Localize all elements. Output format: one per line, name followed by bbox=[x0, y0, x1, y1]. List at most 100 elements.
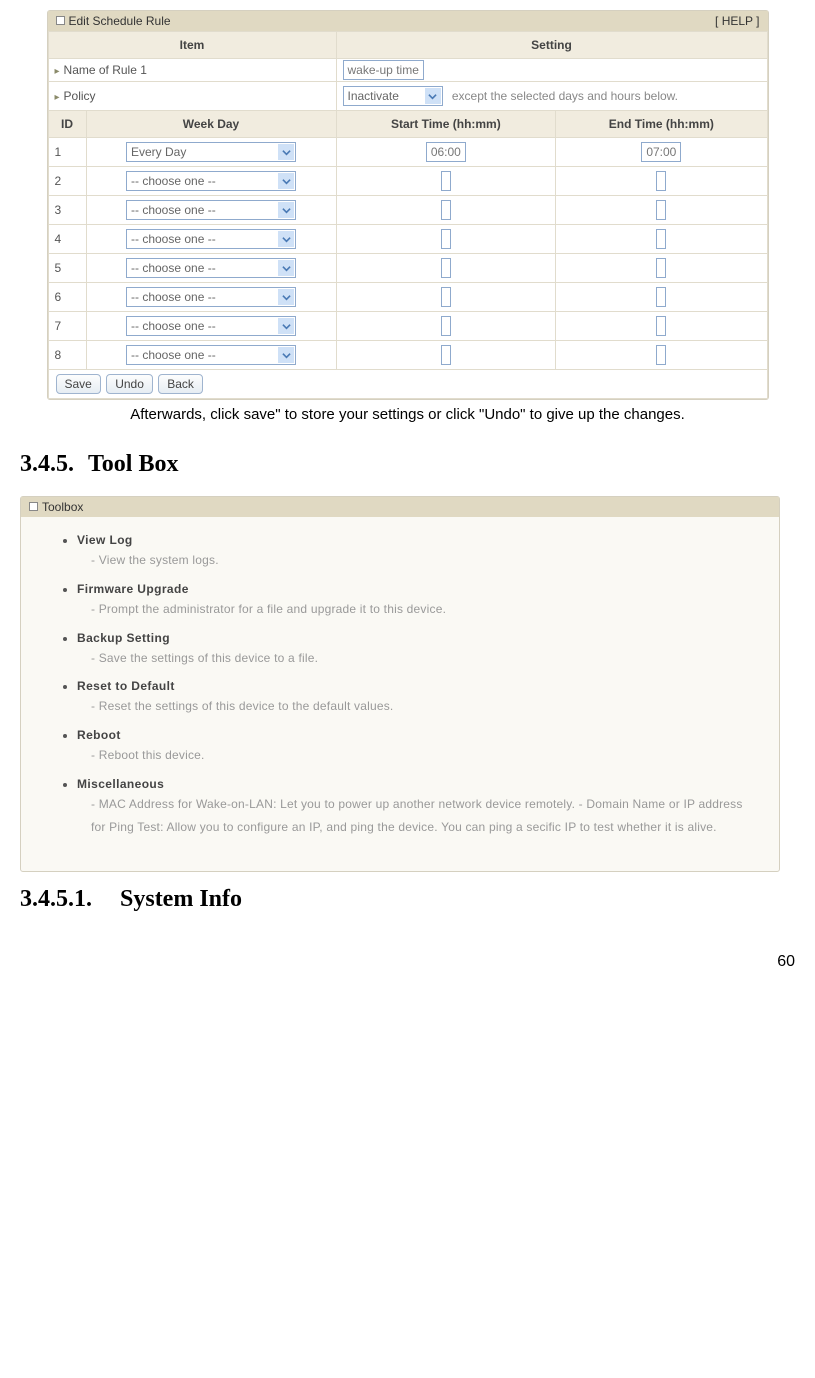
toolbox-item-desc: - MAC Address for Wake-on-LAN: Let you t… bbox=[77, 791, 749, 839]
end-cell bbox=[556, 225, 767, 254]
weekday-select[interactable]: -- choose one -- bbox=[126, 171, 296, 191]
id-cell: 5 bbox=[48, 254, 86, 283]
start-cell bbox=[336, 196, 556, 225]
undo-button[interactable]: Undo bbox=[106, 374, 153, 394]
toolbox-item-desc: - View the system logs. bbox=[77, 547, 749, 572]
chevron-down-icon bbox=[425, 88, 441, 104]
weekday-cell: Every Day bbox=[86, 138, 336, 167]
settings-table: Item Setting ▸Name of Rule 1 wake-up tim… bbox=[48, 31, 768, 399]
page-number: 60 bbox=[20, 953, 795, 971]
weekday-cell: -- choose one -- bbox=[86, 225, 336, 254]
back-button[interactable]: Back bbox=[158, 374, 203, 394]
chevron-down-icon bbox=[278, 260, 294, 276]
th-setting: Setting bbox=[336, 32, 767, 59]
table-row: 5 -- choose one -- bbox=[48, 254, 767, 283]
start-cell bbox=[336, 167, 556, 196]
toolbox-item-title[interactable]: Reboot bbox=[77, 728, 121, 742]
weekday-cell: -- choose one -- bbox=[86, 254, 336, 283]
table-row: 3 -- choose one -- bbox=[48, 196, 767, 225]
chevron-down-icon bbox=[278, 318, 294, 334]
list-item: View Log- View the system logs. bbox=[77, 533, 749, 572]
id-cell: 3 bbox=[48, 196, 86, 225]
weekday-select[interactable]: -- choose one -- bbox=[126, 316, 296, 336]
save-button[interactable]: Save bbox=[56, 374, 101, 394]
start-time-input[interactable] bbox=[441, 287, 451, 307]
rule-name-input[interactable]: wake-up time bbox=[343, 60, 424, 80]
toolbox-item-desc: - Reset the settings of this device to t… bbox=[77, 693, 749, 718]
start-time-input[interactable] bbox=[441, 345, 451, 365]
weekday-cell: -- choose one -- bbox=[86, 283, 336, 312]
end-cell bbox=[556, 254, 767, 283]
weekday-cell: -- choose one -- bbox=[86, 341, 336, 370]
start-time-input[interactable] bbox=[441, 200, 451, 220]
list-item: Miscellaneous- MAC Address for Wake-on-L… bbox=[77, 777, 749, 839]
toolbox-item-title[interactable]: Firmware Upgrade bbox=[77, 582, 189, 596]
weekday-select[interactable]: -- choose one -- bbox=[126, 287, 296, 307]
start-time-input[interactable] bbox=[441, 258, 451, 278]
list-item: Reset to Default- Reset the settings of … bbox=[77, 679, 749, 718]
end-time-input[interactable]: 07:00 bbox=[641, 142, 681, 162]
start-time-input[interactable]: 06:00 bbox=[426, 142, 466, 162]
th-weekday: Week Day bbox=[86, 111, 336, 138]
chevron-down-icon bbox=[278, 173, 294, 189]
toolbox-item-desc: - Reboot this device. bbox=[77, 742, 749, 767]
bullet-icon: ▸ bbox=[55, 66, 60, 77]
toolbox-item-desc: - Save the settings of this device to a … bbox=[77, 645, 749, 670]
start-time-input[interactable] bbox=[441, 229, 451, 249]
weekday-select[interactable]: -- choose one -- bbox=[126, 200, 296, 220]
id-cell: 2 bbox=[48, 167, 86, 196]
weekday-select[interactable]: Every Day bbox=[126, 142, 296, 162]
end-time-input[interactable] bbox=[656, 345, 666, 365]
toolbox-item-title[interactable]: Reset to Default bbox=[77, 679, 175, 693]
end-cell bbox=[556, 283, 767, 312]
toolbox-item-title[interactable]: Backup Setting bbox=[77, 631, 170, 645]
panel-title: Toolbox bbox=[29, 500, 83, 514]
start-cell bbox=[336, 283, 556, 312]
chevron-down-icon bbox=[278, 347, 294, 363]
edit-schedule-rule-panel: Edit Schedule Rule [ HELP ] Item Setting… bbox=[47, 10, 769, 400]
after-text: Afterwards, click save" to store your se… bbox=[20, 406, 795, 423]
end-time-input[interactable] bbox=[656, 200, 666, 220]
th-end: End Time (hh:mm) bbox=[556, 111, 767, 138]
weekday-select[interactable]: -- choose one -- bbox=[126, 229, 296, 249]
policy-cell: Inactivate except the selected days and … bbox=[336, 82, 767, 111]
list-item: Reboot- Reboot this device. bbox=[77, 728, 749, 767]
end-time-input[interactable] bbox=[656, 287, 666, 307]
chevron-down-icon bbox=[278, 289, 294, 305]
panel-title: Edit Schedule Rule bbox=[56, 14, 171, 28]
weekday-select[interactable]: -- choose one -- bbox=[126, 258, 296, 278]
end-time-input[interactable] bbox=[656, 316, 666, 336]
th-id: ID bbox=[48, 111, 86, 138]
weekday-select[interactable]: -- choose one -- bbox=[126, 345, 296, 365]
section-3-4-5-heading: 3.4.5.Tool Box bbox=[20, 451, 795, 478]
end-time-input[interactable] bbox=[656, 171, 666, 191]
start-cell bbox=[336, 341, 556, 370]
id-cell: 6 bbox=[48, 283, 86, 312]
start-time-input[interactable] bbox=[441, 171, 451, 191]
table-row: 7-- choose one -- bbox=[48, 312, 767, 341]
toolbox-item-title[interactable]: Miscellaneous bbox=[77, 777, 164, 791]
id-cell: 1 bbox=[48, 138, 86, 167]
weekday-cell: -- choose one -- bbox=[86, 167, 336, 196]
policy-note: except the selected days and hours below… bbox=[452, 89, 678, 103]
end-time-input[interactable] bbox=[656, 258, 666, 278]
panel-titlebar: Edit Schedule Rule [ HELP ] bbox=[48, 11, 768, 31]
weekday-cell: -- choose one -- bbox=[86, 196, 336, 225]
start-time-input[interactable] bbox=[441, 316, 451, 336]
start-cell bbox=[336, 312, 556, 341]
name-of-rule-label: ▸Name of Rule 1 bbox=[48, 59, 336, 82]
th-start: Start Time (hh:mm) bbox=[336, 111, 556, 138]
help-link[interactable]: [ HELP ] bbox=[715, 14, 759, 28]
end-cell: 07:00 bbox=[556, 138, 767, 167]
id-cell: 8 bbox=[48, 341, 86, 370]
table-row: 4 -- choose one -- bbox=[48, 225, 767, 254]
id-cell: 4 bbox=[48, 225, 86, 254]
end-time-input[interactable] bbox=[656, 229, 666, 249]
table-row: 2 -- choose one -- bbox=[48, 167, 767, 196]
chevron-down-icon bbox=[278, 231, 294, 247]
policy-select[interactable]: Inactivate bbox=[343, 86, 443, 106]
toolbox-item-title[interactable]: View Log bbox=[77, 533, 133, 547]
toolbox-item-desc: - Prompt the administrator for a file an… bbox=[77, 596, 749, 621]
square-icon bbox=[29, 502, 38, 511]
bullet-icon: ▸ bbox=[55, 92, 60, 103]
